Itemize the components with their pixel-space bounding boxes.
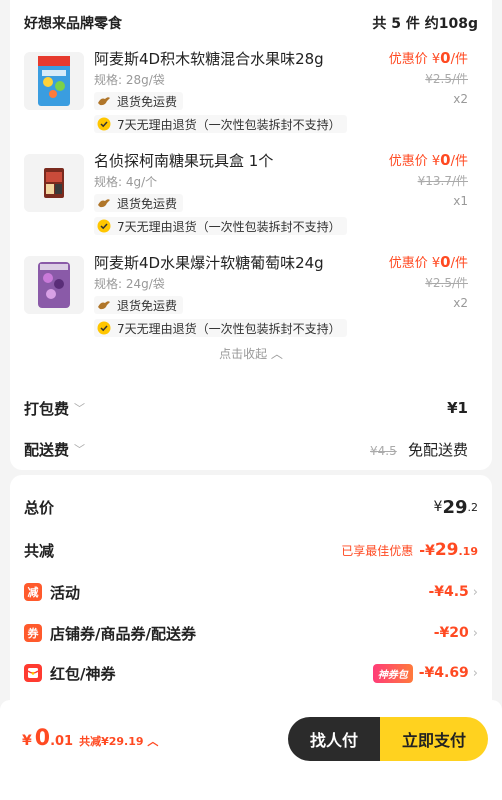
savings-toggle[interactable]: 共减¥29.19 ︿ [79, 733, 158, 749]
activity-label: 活动 [50, 583, 81, 602]
packing-fee-value: ¥1 [447, 399, 468, 417]
pay-amount[interactable]: ¥0.01 共减¥29.19 ︿ [22, 726, 158, 751]
order-summary-count: 共 5 件 约108g [372, 16, 478, 32]
seven-day-return-text: 7天无理由退货（一次性包装拆封不支持） [117, 219, 341, 234]
chevron-right-icon: › [472, 584, 478, 600]
total-reduction-value: -¥29.19 [419, 540, 478, 560]
delivery-fee-row[interactable]: 配送费 ﹀ ¥4.5 免配送费 [24, 437, 468, 461]
product-spec: 规格: 24g/袋 [94, 277, 165, 291]
product-name[interactable]: 阿麦斯4D积木软糖混合水果味28g [94, 48, 324, 69]
red-packet-icon [24, 664, 42, 682]
return-shipping-text: 退货免运费 [117, 94, 178, 109]
discount-price: 优惠价 ¥0/件 [388, 49, 468, 67]
payment-buttons: 找人付 立即支付 [288, 717, 488, 761]
delivery-bird-icon [97, 196, 111, 210]
delivery-bird-icon [97, 94, 111, 108]
chevron-right-icon: › [472, 665, 478, 681]
delivery-fee-value: 免配送费 [407, 440, 468, 459]
delivery-bird-icon [97, 298, 111, 312]
total-reduction-row: 共减 已享最佳优惠 -¥29.19 [24, 537, 478, 563]
packing-fee-label: 打包费 [24, 399, 70, 418]
seven-day-return-tag: 7天无理由退货（一次性包装拆封不支持） [94, 217, 347, 235]
product-name[interactable]: 名侦探柯南糖果玩具盒 1个 [94, 150, 273, 171]
discount-price: 优惠价 ¥0/件 [388, 253, 468, 271]
coupon-label: 店铺券/商品券/配送券 [50, 624, 196, 643]
ask-friend-pay-button[interactable]: 找人付 [288, 717, 380, 761]
quantity: x2 [453, 296, 468, 310]
return-shipping-text: 退货免运费 [117, 298, 178, 313]
chevron-right-icon: › [472, 625, 478, 641]
product-item[interactable]: 名侦探柯南糖果玩具盒 1个 规格: 4g/个 退货免运费 7天无理由退货（一次性… [24, 150, 478, 238]
product-image[interactable] [24, 256, 84, 314]
packing-fee-row[interactable]: 打包费 ﹀ ¥1 [24, 396, 468, 420]
check-badge-icon [97, 219, 111, 233]
check-badge-icon [97, 117, 111, 131]
chevron-down-icon: ﹀ [74, 402, 86, 415]
seven-day-return-text: 7天无理由退货（一次性包装拆封不支持） [117, 117, 341, 132]
product-spec: 规格: 28g/袋 [94, 73, 165, 87]
check-badge-icon [97, 321, 111, 335]
red-packet-label: 红包/神券 [50, 664, 116, 683]
total-price-label: 总价 [24, 498, 55, 517]
coupon-pack-tag[interactable]: 神券包 [372, 663, 413, 683]
return-shipping-tag: 退货免运费 [94, 92, 184, 110]
discount-badge-icon: 减 [24, 583, 42, 601]
checkout-bar: ¥0.01 共减¥29.19 ︿ 找人付 立即支付 [0, 700, 502, 800]
store-header: 好想来品牌零食 共 5 件 约108g [24, 12, 478, 34]
quantity: x2 [453, 92, 468, 106]
delivery-fee-original: ¥4.5 [370, 443, 397, 458]
product-image[interactable] [24, 154, 84, 212]
total-price-row: 总价 ¥29.2 [24, 494, 478, 520]
store-name[interactable]: 好想来品牌零食 [24, 13, 122, 33]
original-price: ¥13.7/件 [417, 174, 468, 188]
delivery-fee-label: 配送费 [24, 440, 70, 459]
total-reduction-label: 共减 [24, 541, 55, 560]
product-spec: 规格: 4g/个 [94, 175, 158, 189]
activity-row[interactable]: 减活动 -¥4.5 › [24, 579, 478, 605]
quantity: x1 [453, 194, 468, 208]
original-price: ¥2.5/件 [425, 72, 468, 86]
total-price-value: ¥29.2 [433, 496, 478, 518]
product-name[interactable]: 阿麦斯4D水果爆汁软糖葡萄味24g [94, 252, 324, 273]
best-discount-note: 已享最佳优惠 [341, 543, 414, 558]
coupon-row[interactable]: 券店铺券/商品券/配送券 -¥20 › [24, 620, 478, 646]
return-shipping-text: 退货免运费 [117, 196, 178, 211]
coupon-value: -¥20 [433, 625, 469, 641]
product-item[interactable]: 阿麦斯4D水果爆汁软糖葡萄味24g 规格: 24g/袋 退货免运费 7天无理由退… [24, 252, 478, 340]
discount-price: 优惠价 ¥0/件 [388, 151, 468, 169]
chevron-down-icon: ﹀ [74, 443, 86, 456]
product-image[interactable] [24, 52, 84, 110]
red-packet-value: -¥4.69 [418, 665, 469, 681]
red-packet-row[interactable]: 红包/神券 神券包 -¥4.69 › [24, 660, 478, 686]
collapse-toggle[interactable]: 点击收起 ︿ [0, 345, 502, 362]
seven-day-return-text: 7天无理由退货（一次性包装拆封不支持） [117, 321, 341, 336]
return-shipping-tag: 退货免运费 [94, 296, 184, 314]
return-shipping-tag: 退货免运费 [94, 194, 184, 212]
original-price: ¥2.5/件 [425, 276, 468, 290]
product-item[interactable]: 阿麦斯4D积木软糖混合水果味28g 规格: 28g/袋 退货免运费 7天无理由退… [24, 48, 478, 136]
pay-now-button[interactable]: 立即支付 [380, 717, 488, 761]
activity-value: -¥4.5 [428, 584, 469, 600]
seven-day-return-tag: 7天无理由退货（一次性包装拆封不支持） [94, 319, 347, 337]
seven-day-return-tag: 7天无理由退货（一次性包装拆封不支持） [94, 115, 347, 133]
coupon-badge-icon: 券 [24, 624, 42, 642]
